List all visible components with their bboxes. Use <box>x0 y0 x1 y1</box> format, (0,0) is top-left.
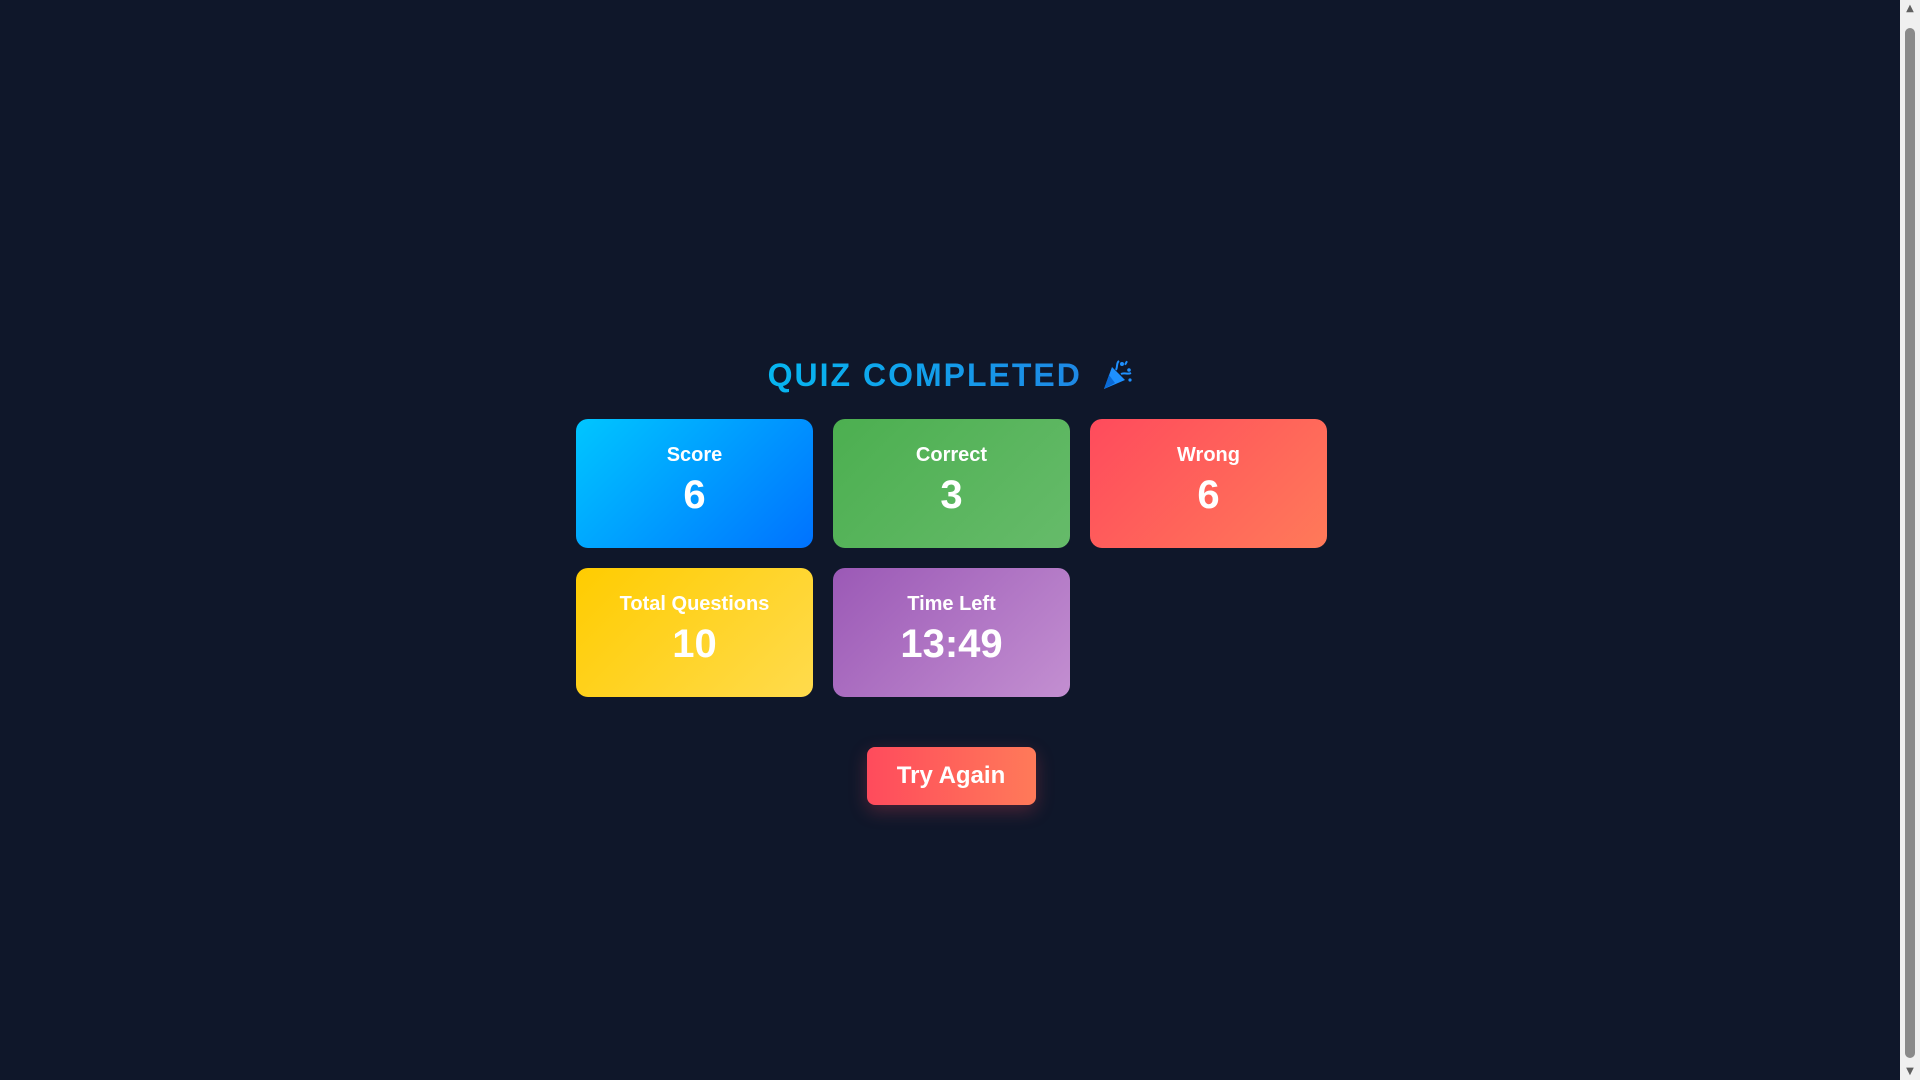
page-viewport: QUIZ COMPLETED Score 6 Correct 3 Wrong 6… <box>0 0 1900 1080</box>
time-left-card: Time Left 13:49 <box>833 568 1070 697</box>
score-value: 6 <box>683 473 706 517</box>
wrong-card: Wrong 6 <box>1090 419 1327 548</box>
wrong-label: Wrong <box>1177 444 1240 466</box>
correct-value: 3 <box>940 473 963 517</box>
total-questions-card: Total Questions 10 <box>576 568 813 697</box>
score-card: Score 6 <box>576 419 813 548</box>
title-row: QUIZ COMPLETED <box>576 350 1326 400</box>
quiz-result-panel: QUIZ COMPLETED Score 6 Correct 3 Wrong 6… <box>576 350 1327 805</box>
time-left-value: 13:49 <box>900 622 1003 666</box>
stats-grid: Score 6 Correct 3 Wrong 6 Total Question… <box>576 419 1327 697</box>
total-questions-label: Total Questions <box>619 593 770 615</box>
scroll-up-arrow-icon[interactable]: ▲ <box>1900 0 1920 17</box>
vertical-scrollbar[interactable]: ▲ ▼ <box>1900 0 1920 1080</box>
page-title: QUIZ COMPLETED <box>768 350 1082 400</box>
scrollbar-thumb[interactable] <box>1905 28 1915 1058</box>
score-label: Score <box>666 444 723 466</box>
correct-label: Correct <box>915 444 988 466</box>
try-again-button[interactable]: Try Again <box>866 747 1036 805</box>
scroll-down-arrow-icon[interactable]: ▼ <box>1900 1063 1920 1080</box>
total-questions-value: 10 <box>672 622 717 666</box>
time-left-label: Time Left <box>907 593 996 615</box>
party-popper-icon <box>1100 358 1134 392</box>
actions-row: Try Again <box>576 747 1326 805</box>
correct-card: Correct 3 <box>833 419 1070 548</box>
wrong-value: 6 <box>1197 473 1220 517</box>
